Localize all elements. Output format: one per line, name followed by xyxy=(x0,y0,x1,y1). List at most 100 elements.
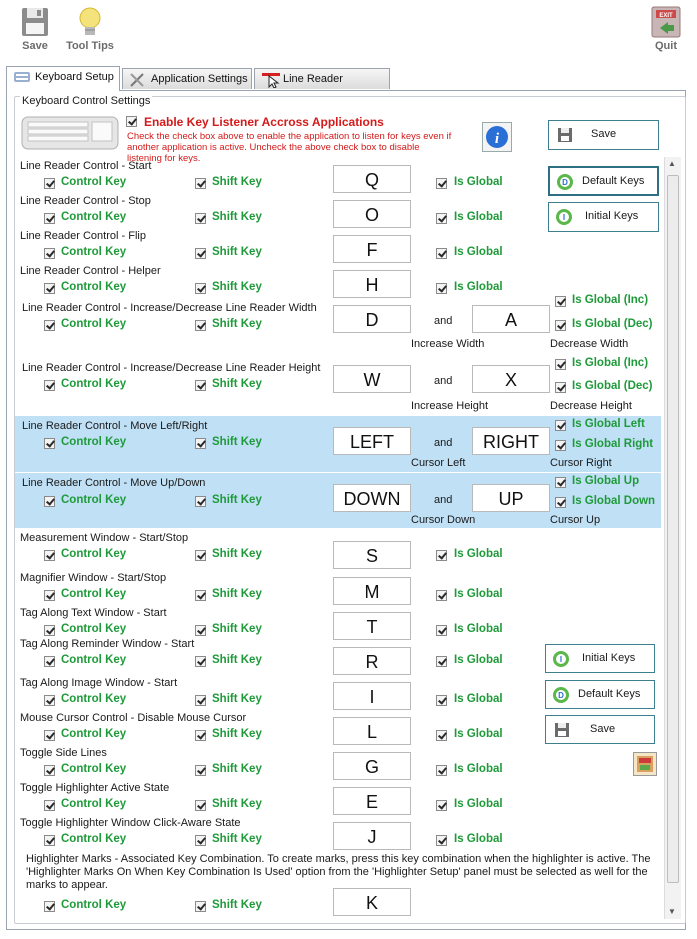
key-input-tagtext[interactable]: T xyxy=(333,612,411,640)
key-input-leftright-2[interactable]: RIGHT xyxy=(472,427,550,455)
row-flip-control-checkbox[interactable] xyxy=(44,248,55,259)
key-input-stop[interactable]: O xyxy=(333,200,411,228)
row-height-global1-checkbox[interactable] xyxy=(555,359,566,370)
row-start-shift-checkbox[interactable] xyxy=(195,178,206,189)
row-leftright-control-checkbox[interactable] xyxy=(44,438,55,449)
row-flip-shift-checkbox[interactable] xyxy=(195,248,206,259)
key-input-leftright-1[interactable]: LEFT xyxy=(333,427,411,455)
save-button-bottom[interactable]: Save xyxy=(545,715,655,744)
row-clickaware-global-checkbox[interactable] xyxy=(436,835,447,846)
row-helper-shift-checkbox[interactable] xyxy=(195,283,206,294)
tab-application-settings[interactable]: Application Settings xyxy=(122,68,252,89)
row-highlighter-control-checkbox[interactable] xyxy=(44,800,55,811)
row-sidelines-shift-checkbox[interactable] xyxy=(195,765,206,776)
save-toolbar-button[interactable]: Save xyxy=(14,4,56,52)
lightbulb-icon xyxy=(79,7,101,35)
key-input-width-1[interactable]: D xyxy=(333,305,411,333)
svg-text:D: D xyxy=(562,178,568,187)
key-input-measure[interactable]: S xyxy=(333,541,411,569)
key-input-updown-2[interactable]: UP xyxy=(472,484,550,512)
key-input-magnifier[interactable]: M xyxy=(333,577,411,605)
row-mouse-global-checkbox[interactable] xyxy=(436,730,447,741)
key-input-width-2[interactable]: A xyxy=(472,305,550,333)
row-magnifier-shift-checkbox[interactable] xyxy=(195,590,206,601)
row-sidelines-control-checkbox[interactable] xyxy=(44,765,55,776)
row-helper-global-checkbox[interactable] xyxy=(436,283,447,294)
row-tagreminder-global-checkbox[interactable] xyxy=(436,656,447,667)
key-input-updown-1[interactable]: DOWN xyxy=(333,484,411,512)
row-width-shift-checkbox[interactable] xyxy=(195,320,206,331)
row-measure-shift-checkbox[interactable] xyxy=(195,550,206,561)
row-height-control-checkbox[interactable] xyxy=(44,380,55,391)
row-highlighter-global-checkbox[interactable] xyxy=(436,800,447,811)
row-helper-control-checkbox[interactable] xyxy=(44,283,55,294)
info-button[interactable]: i xyxy=(482,122,512,152)
row-start-control-checkbox[interactable] xyxy=(44,178,55,189)
scroll-down-arrow-icon[interactable]: ▼ xyxy=(668,907,676,916)
row-height-global2-checkbox[interactable] xyxy=(555,382,566,393)
save-button-top[interactable]: Save xyxy=(548,120,659,150)
quit-toolbar-button[interactable]: EXIT Quit xyxy=(648,4,684,52)
key-input-clickaware[interactable]: J xyxy=(333,822,411,850)
row-width-global1-checkbox[interactable] xyxy=(555,296,566,307)
row-measure-global-checkbox[interactable] xyxy=(436,550,447,561)
tooltips-toolbar-button[interactable]: Tool Tips xyxy=(62,4,118,52)
row-mouse-shift-checkbox[interactable] xyxy=(195,730,206,741)
key-input-tagimage[interactable]: I xyxy=(333,682,411,710)
row-flip-global-checkbox[interactable] xyxy=(436,248,447,259)
row-leftright-global2-checkbox[interactable] xyxy=(555,440,566,451)
key-input-helper[interactable]: H xyxy=(333,270,411,298)
row-clickaware-control-checkbox[interactable] xyxy=(44,835,55,846)
row-tagimage-control-checkbox[interactable] xyxy=(44,695,55,706)
row-updown-global2-checkbox[interactable] xyxy=(555,497,566,508)
row-tagtext-control-checkbox[interactable] xyxy=(44,625,55,636)
exit-small-button[interactable] xyxy=(633,752,657,776)
vertical-scrollbar[interactable]: ▲ ▼ xyxy=(664,157,681,919)
row-tagreminder-control-checkbox[interactable] xyxy=(44,656,55,667)
row-tagreminder-shift-checkbox[interactable] xyxy=(195,656,206,667)
row-clickaware-shift-checkbox[interactable] xyxy=(195,835,206,846)
key-input-highlighter[interactable]: E xyxy=(333,787,411,815)
key-input-tagreminder[interactable]: R xyxy=(333,647,411,675)
row-tagimage-global-checkbox[interactable] xyxy=(436,695,447,706)
row-magnifier-control-checkbox[interactable] xyxy=(44,590,55,601)
row-stop-shift-checkbox[interactable] xyxy=(195,213,206,224)
key-input-mouse[interactable]: L xyxy=(333,717,411,745)
row-updown-shift-checkbox[interactable] xyxy=(195,496,206,507)
default-keys-button-bottom[interactable]: D Default Keys xyxy=(545,680,655,709)
default-keys-button-top[interactable]: D Default Keys xyxy=(548,166,659,196)
enable-listener-checkbox[interactable] xyxy=(126,116,137,127)
scroll-up-arrow-icon[interactable]: ▲ xyxy=(668,159,676,168)
row-measure-control-checkbox[interactable] xyxy=(44,550,55,561)
tab-line-reader-behavior[interactable]: Line Reader Behavior xyxy=(254,68,390,106)
row-tagimage-shift-checkbox[interactable] xyxy=(195,695,206,706)
row-mouse-control-checkbox[interactable] xyxy=(44,730,55,741)
row-marks-control-checkbox[interactable] xyxy=(44,901,55,912)
row-stop-control-checkbox[interactable] xyxy=(44,213,55,224)
row-sidelines-global-checkbox[interactable] xyxy=(436,765,447,776)
key-input-marks[interactable]: K xyxy=(333,888,411,916)
initial-keys-button-top[interactable]: I Initial Keys xyxy=(548,202,659,232)
row-start-global-checkbox[interactable] xyxy=(436,178,447,189)
scrollbar-thumb[interactable] xyxy=(667,175,679,883)
key-input-start[interactable]: Q xyxy=(333,165,411,193)
row-width-control-checkbox[interactable] xyxy=(44,320,55,331)
row-stop-global-checkbox[interactable] xyxy=(436,213,447,224)
key-input-height-2[interactable]: X xyxy=(472,365,550,393)
row-updown-control-checkbox[interactable] xyxy=(44,496,55,507)
row-marks-shift-checkbox[interactable] xyxy=(195,901,206,912)
row-height-shift-checkbox[interactable] xyxy=(195,380,206,391)
row-updown-global1-checkbox[interactable] xyxy=(555,477,566,488)
row-tagtext-global-checkbox[interactable] xyxy=(436,625,447,636)
row-magnifier-global-checkbox[interactable] xyxy=(436,590,447,601)
row-leftright-global1-checkbox[interactable] xyxy=(555,420,566,431)
key-input-sidelines[interactable]: G xyxy=(333,752,411,780)
row-leftright-shift-checkbox[interactable] xyxy=(195,438,206,449)
row-width-global2-checkbox[interactable] xyxy=(555,320,566,331)
initial-keys-button-bottom[interactable]: I Initial Keys xyxy=(545,644,655,673)
key-input-height-1[interactable]: W xyxy=(333,365,411,393)
tab-keyboard-setup[interactable]: Keyboard Setup xyxy=(6,66,120,91)
key-input-flip[interactable]: F xyxy=(333,235,411,263)
row-highlighter-shift-checkbox[interactable] xyxy=(195,800,206,811)
row-tagtext-shift-checkbox[interactable] xyxy=(195,625,206,636)
